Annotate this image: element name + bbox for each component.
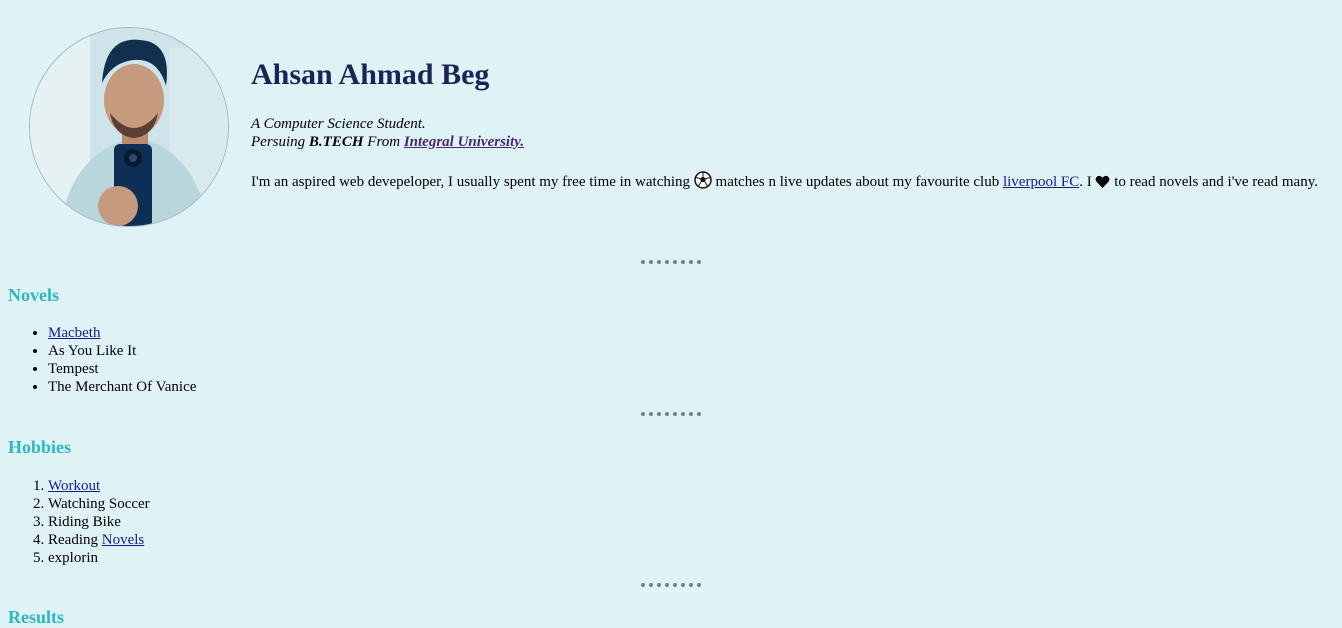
divider-dot — [697, 412, 701, 416]
tagline-prefix: Persuing — [251, 134, 309, 150]
list-item: Watching Soccer — [48, 495, 150, 513]
divider-dot — [665, 583, 669, 587]
university-link[interactable]: Integral University. — [404, 134, 524, 150]
list-item: The Merchant Of Vanice — [48, 378, 196, 396]
novels-heading: Novels — [8, 285, 59, 305]
divider-dot — [649, 583, 653, 587]
list-item: As You Like It — [48, 342, 196, 360]
profile-name: Ahsan Ahmad Beg — [251, 58, 490, 91]
bio-text-3: . I — [1079, 174, 1096, 190]
divider-dot — [673, 412, 677, 416]
divider-dot — [665, 412, 669, 416]
divider-dot — [689, 583, 693, 587]
list-item: explorin — [48, 549, 150, 567]
divider-dot — [681, 583, 685, 587]
divider-dot — [657, 412, 661, 416]
tagline-education: Persuing B.TECH From Integral University… — [251, 133, 1326, 151]
degree: B.TECH — [308, 134, 364, 150]
profile-photo — [29, 27, 229, 227]
macbeth-link[interactable]: Macbeth — [48, 325, 100, 341]
divider-dot — [657, 260, 661, 264]
list-item: Riding Bike — [48, 513, 150, 531]
divider-dot — [681, 412, 685, 416]
results-heading: Results — [8, 607, 65, 627]
tagline-mid: From — [363, 134, 404, 150]
profile-intro: Ahsan Ahmad Beg A Computer Science Stude… — [251, 55, 1326, 194]
section-divider — [641, 583, 701, 587]
novels-list: Macbeth As You Like It Tempest The Merch… — [0, 324, 196, 396]
divider-dot — [665, 260, 669, 264]
soccer-ball-icon — [694, 171, 712, 194]
section-divider — [641, 260, 701, 264]
divider-dot — [689, 260, 693, 264]
bio-text-4: to read novels and i've read many. — [1110, 174, 1318, 190]
list-item: Tempest — [48, 360, 196, 378]
divider-dot — [697, 260, 701, 264]
hobbies-heading: Hobbies — [8, 437, 72, 457]
reading-text: Reading — [48, 532, 102, 548]
divider-dot — [649, 412, 653, 416]
profile-tagline: A Computer Science Student. Persuing B.T… — [251, 115, 1326, 151]
profile-header: Ahsan Ahmad Beg A Computer Science Stude… — [0, 0, 1342, 238]
list-item: Macbeth — [48, 324, 196, 342]
bio-text-2: matches n live updates about my favourit… — [711, 174, 1003, 190]
hobbies-list: Workout Watching Soccer Riding Bike Read… — [0, 477, 150, 567]
bio-text-1: I'm an aspired web devepeloper, I usuall… — [251, 174, 694, 190]
divider-dot — [641, 260, 645, 264]
divider-dot — [689, 412, 693, 416]
black-heart-icon — [1095, 175, 1110, 194]
divider-dot — [697, 583, 701, 587]
section-divider — [641, 412, 701, 416]
divider-dot — [641, 412, 645, 416]
divider-dot — [673, 583, 677, 587]
divider-dot — [657, 583, 661, 587]
list-item: Workout — [48, 477, 150, 495]
liverpool-fc-link[interactable]: liverpool FC — [1003, 174, 1079, 190]
divider-dot — [649, 260, 653, 264]
workout-link[interactable]: Workout — [48, 478, 100, 494]
novels-link[interactable]: Novels — [102, 532, 145, 548]
divider-dot — [681, 260, 685, 264]
divider-dot — [673, 260, 677, 264]
list-item: Reading Novels — [48, 531, 150, 549]
tagline-role: A Computer Science Student. — [251, 116, 426, 132]
divider-dot — [641, 583, 645, 587]
profile-bio: I'm an aspired web devepeloper, I usuall… — [251, 171, 1326, 194]
